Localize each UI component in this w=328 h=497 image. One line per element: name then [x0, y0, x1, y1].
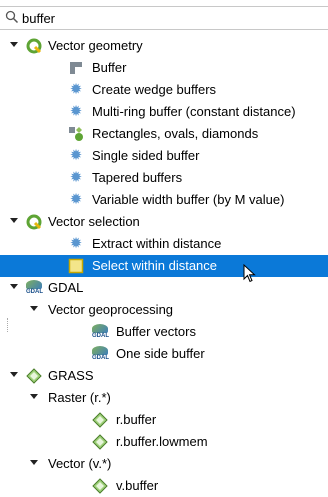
algorithm-item-multi-ring-buffer[interactable]: ✹ Multi-ring buffer (constant distance) [0, 101, 328, 123]
algorithm-item-r-buffer-lowmem[interactable]: r.buffer.lowmem [0, 431, 328, 453]
algorithm-label: Create wedge buffers [92, 82, 217, 97]
subgroup-label: Vector (v.*) [48, 456, 112, 471]
group-label: Vector geometry [48, 38, 143, 53]
expand-arrow-icon[interactable] [10, 218, 18, 223]
search-input[interactable] [22, 9, 312, 27]
algorithm-item-r-buffer[interactable]: r.buffer [0, 409, 328, 431]
group-label: GDAL [48, 280, 84, 295]
group-vector-selection[interactable]: Vector selection [0, 211, 328, 233]
group-grass[interactable]: GRASS [0, 365, 328, 387]
algorithm-item-rectangles-ovals-diamonds[interactable]: Rectangles, ovals, diamonds [0, 123, 328, 145]
algorithm-label: Buffer [92, 60, 127, 75]
subgroup-vector[interactable]: Vector (v.*) [0, 453, 328, 475]
gear-icon: ✹ [69, 169, 83, 186]
algorithm-item-tapered-buffers[interactable]: ✹ Tapered buffers [0, 167, 328, 189]
expand-arrow-icon[interactable] [10, 372, 18, 377]
subgroup-label: Vector geoprocessing [48, 302, 174, 317]
expand-arrow-icon[interactable] [30, 460, 38, 465]
grass-icon [92, 434, 108, 450]
grass-icon [26, 368, 42, 384]
select-box-icon [68, 258, 84, 274]
qgis-icon [26, 38, 42, 54]
grass-icon [92, 478, 108, 494]
gdal-icon: GDAL [92, 324, 109, 340]
search-bar [0, 6, 328, 30]
algorithm-label: Buffer vectors [116, 324, 196, 339]
grass-icon [92, 412, 108, 428]
expand-arrow-icon[interactable] [30, 394, 38, 399]
subgroup-raster[interactable]: Raster (r.*) [0, 387, 328, 409]
group-vector-geometry[interactable]: Vector geometry [0, 35, 328, 57]
algorithm-item-extract-within-distance[interactable]: ✹ Extract within distance [0, 233, 328, 255]
gear-icon: ✹ [69, 103, 83, 120]
algorithm-item-select-within-distance[interactable]: Select within distance [0, 255, 328, 277]
algorithm-label: One side buffer [116, 346, 205, 361]
search-icon [5, 10, 19, 24]
subgroup-vector-geoprocessing[interactable]: Vector geoprocessing [0, 299, 328, 321]
algorithm-item-buffer-vectors[interactable]: GDAL Buffer vectors [0, 321, 328, 343]
algorithm-item-buffer[interactable]: Buffer [0, 57, 328, 79]
gear-icon: ✹ [69, 81, 83, 98]
subgroup-label: Raster (r.*) [48, 390, 111, 405]
algorithm-label: v.buffer [116, 478, 159, 493]
algorithm-label: Variable width buffer (by M value) [92, 192, 285, 207]
mouse-cursor-icon [243, 264, 256, 283]
algorithm-label: r.buffer.lowmem [116, 434, 208, 449]
group-label: Vector selection [48, 214, 140, 229]
algorithm-item-create-wedge-buffers[interactable]: ✹ Create wedge buffers [0, 79, 328, 101]
algorithm-label: Multi-ring buffer (constant distance) [92, 104, 296, 119]
resize-grip[interactable] [7, 318, 10, 332]
expand-arrow-icon[interactable] [30, 306, 38, 311]
algorithm-item-one-side-buffer[interactable]: GDAL One side buffer [0, 343, 328, 365]
algorithm-item-v-buffer[interactable]: v.buffer [0, 475, 328, 497]
gdal-icon: GDAL [92, 346, 109, 362]
algorithm-label: Extract within distance [92, 236, 222, 251]
gear-icon: ✹ [69, 191, 83, 208]
gear-icon: ✹ [69, 147, 83, 164]
expand-arrow-icon[interactable] [10, 284, 18, 289]
gear-icon: ✹ [69, 235, 83, 252]
algorithm-item-variable-width-buffer[interactable]: ✹ Variable width buffer (by M value) [0, 189, 328, 211]
gdal-icon: GDAL [26, 280, 43, 296]
shapes-icon [69, 127, 83, 141]
algorithm-label: Single sided buffer [92, 148, 200, 163]
group-label: GRASS [48, 368, 94, 383]
expand-arrow-icon[interactable] [10, 42, 18, 47]
qgis-icon [26, 214, 42, 230]
buffer-icon [70, 62, 82, 74]
group-gdal[interactable]: GDAL GDAL [0, 277, 328, 299]
algorithm-label: Tapered buffers [92, 170, 183, 185]
algorithm-label: Select within distance [92, 258, 218, 273]
algorithm-item-single-sided-buffer[interactable]: ✹ Single sided buffer [0, 145, 328, 167]
algorithm-label: r.buffer [116, 412, 157, 427]
algorithm-label: Rectangles, ovals, diamonds [92, 126, 259, 141]
